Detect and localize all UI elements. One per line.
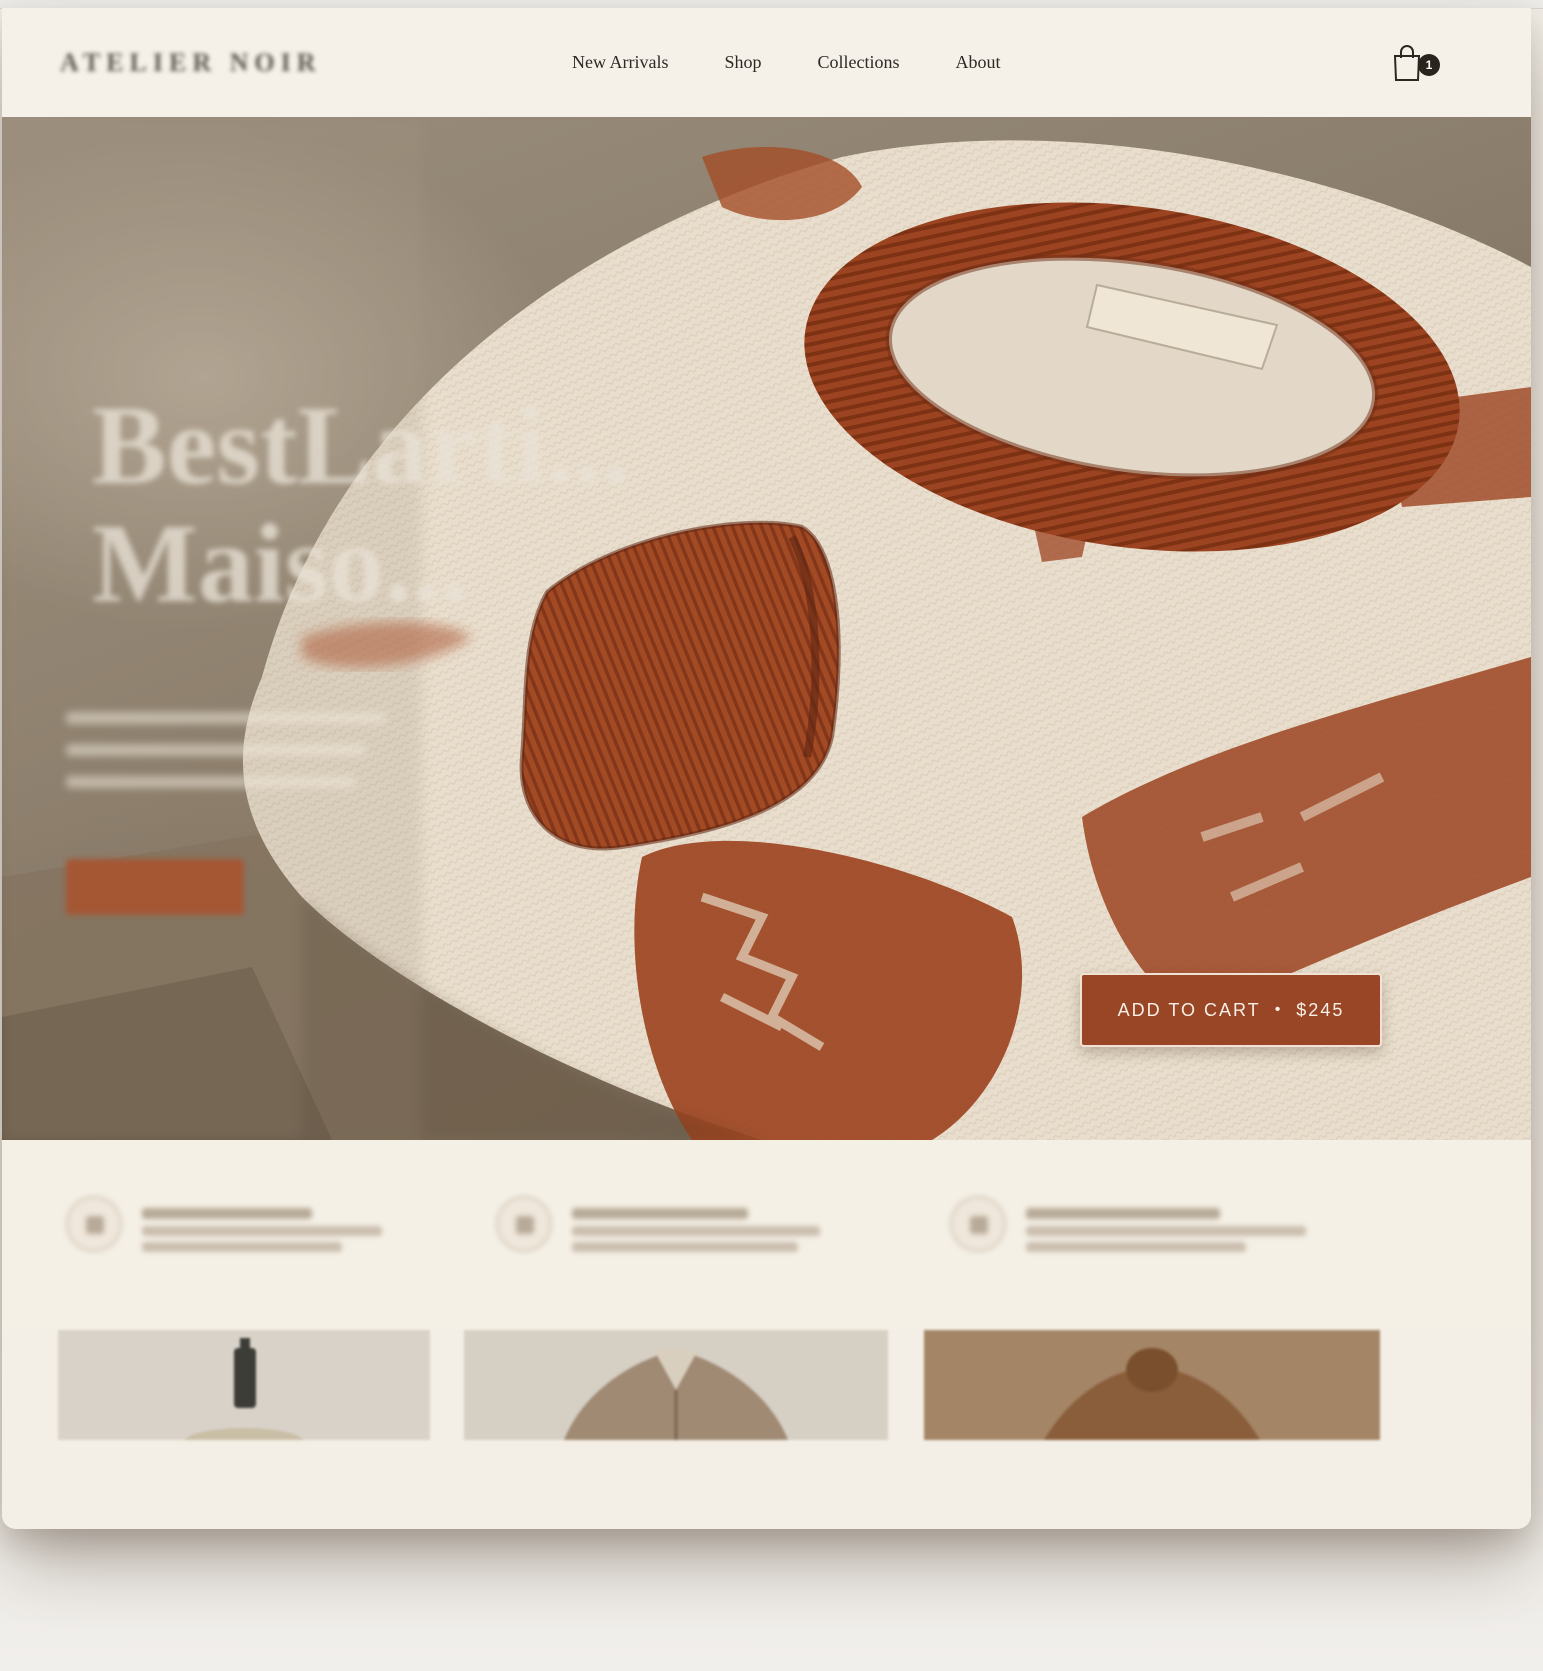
cart-count-badge: 1 [1418, 54, 1440, 76]
nav-collections[interactable]: Collections [818, 52, 900, 73]
brand-logo[interactable]: ATELIER NOIR [60, 48, 322, 78]
site-header: ATELIER NOIR New Arrivals Shop Collectio… [2, 8, 1531, 117]
product-grid [2, 1330, 1531, 1529]
product-jacket-image [564, 1350, 788, 1440]
product-card[interactable] [58, 1330, 430, 1440]
nav-new-arrivals[interactable]: New Arrivals [572, 52, 668, 73]
feature-icon [496, 1196, 552, 1252]
hero-description-blurred [66, 712, 406, 808]
product-bottle-image [184, 1338, 304, 1440]
browser-window: ATELIER NOIR New Arrivals Shop Collectio… [2, 8, 1531, 1529]
feature-icon [66, 1196, 122, 1252]
nav-about[interactable]: About [956, 52, 1001, 73]
add-to-cart-button[interactable]: ADD TO CART • $245 [1080, 973, 1382, 1047]
hero-title-line-2: Maiso... [92, 502, 469, 626]
hero-shop-button[interactable] [66, 859, 244, 915]
product-card[interactable] [464, 1330, 888, 1440]
main-nav: New Arrivals Shop Collections About [572, 52, 1001, 73]
feature-icon [950, 1196, 1006, 1252]
product-card[interactable] [924, 1330, 1380, 1440]
hero-title-line-1: BestLarti... [92, 384, 631, 508]
cart-button[interactable]: 1 [1392, 44, 1442, 88]
nav-shop[interactable]: Shop [724, 52, 761, 73]
hero-title: BestLarti... Maiso... [92, 387, 630, 623]
add-to-cart-price: $245 [1296, 999, 1345, 1020]
add-to-cart-label: ADD TO CART [1117, 999, 1261, 1020]
add-to-cart-separator: • [1274, 1001, 1283, 1018]
hero-section: BestLarti... Maiso... ADD TO CART • $245 [2, 117, 1531, 1140]
features-strip [2, 1140, 1531, 1330]
product-hoodie-image [1044, 1348, 1260, 1440]
